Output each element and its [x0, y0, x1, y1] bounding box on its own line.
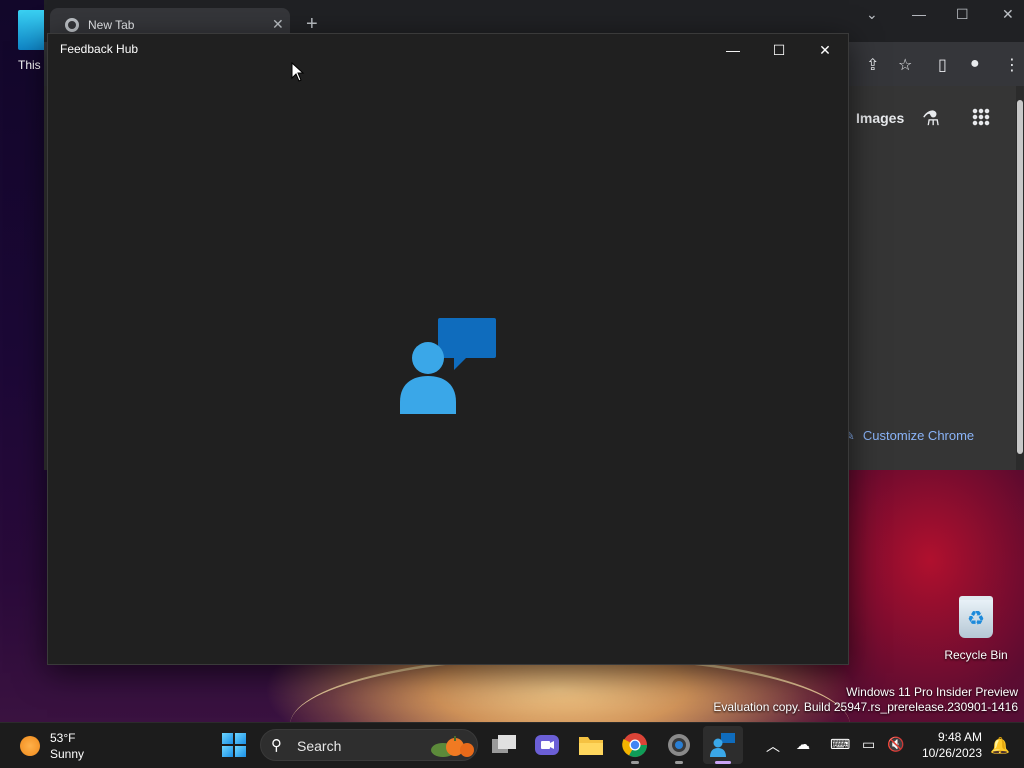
images-link[interactable]: Images [856, 110, 904, 126]
gear-icon [668, 734, 690, 756]
volume-muted-icon[interactable]: 🔇 [887, 736, 904, 753]
task-view-button[interactable] [490, 731, 518, 759]
running-indicator [631, 761, 639, 764]
windows-logo-tile [235, 733, 246, 744]
apps-grid-icon[interactable] [972, 108, 990, 126]
share-icon[interactable]: ⇪ [866, 55, 879, 75]
search-highlight-pumpkin-icon [431, 736, 474, 757]
desktop-icon-recycle-bin[interactable]: Recycle Bin [940, 596, 1012, 666]
feedback-hub-splash-icon [400, 318, 496, 414]
search-label: Search [297, 738, 342, 754]
chevron-down-icon[interactable]: ⌄ [866, 6, 878, 23]
weather-temp: 53°F [50, 731, 76, 745]
labs-flask-icon[interactable]: ⚗ [922, 106, 940, 131]
search-icon: ⚲ [271, 737, 282, 754]
keyboard-icon[interactable]: ⌨ [830, 736, 850, 753]
windows-logo-tile [235, 746, 246, 757]
taskbar: 53°F Sunny ⚲ Search ︿ ☁ ⌨ ▭ 🔇 9:48 AM 10… [0, 722, 1024, 768]
chrome-taskbar-button[interactable] [621, 731, 649, 764]
start-button[interactable] [222, 733, 246, 757]
show-hidden-icons-chevron-up-icon[interactable]: ︿ [766, 736, 780, 756]
os-watermark: Windows 11 Pro Insider Preview Evaluatio… [713, 685, 1018, 715]
chrome-scrollbar-thumb[interactable] [1017, 100, 1023, 454]
mouse-cursor-icon [291, 62, 305, 82]
side-panel-icon[interactable]: ▯ [938, 55, 947, 75]
feedback-hub-taskbar-button[interactable] [703, 726, 743, 764]
taskbar-search[interactable]: ⚲ Search [260, 729, 478, 761]
window-title: Feedback Hub [60, 42, 139, 56]
folder-icon [579, 737, 603, 755]
customize-chrome-button[interactable]: ✎ Customize Chrome [844, 428, 974, 444]
watermark-line-2: Evaluation copy. Build 25947.rs_prerelea… [713, 700, 1018, 714]
chrome-icon [622, 733, 647, 758]
chrome-favicon-icon [65, 18, 79, 32]
profile-icon[interactable]: ● [970, 55, 980, 73]
weather-condition: Sunny [50, 747, 85, 761]
recycle-bin-label: Recycle Bin [944, 648, 1008, 662]
chrome-scrollbar[interactable] [1016, 86, 1024, 470]
menu-kebab-icon[interactable]: ⋮ [1004, 55, 1020, 75]
feedback-hub-titlebar[interactable]: Feedback Hub — ☐ ✕ [48, 34, 848, 66]
chrome-minimize-icon[interactable]: — [912, 6, 926, 22]
sun-icon [20, 736, 40, 756]
feedback-hub-icon [710, 733, 735, 757]
network-icon[interactable]: ▭ [862, 736, 875, 753]
onedrive-cloud-icon[interactable]: ☁ [796, 736, 810, 753]
tab-close-icon[interactable]: ✕ [272, 16, 284, 33]
close-button[interactable]: ✕ [802, 34, 848, 66]
clock-date: 10/26/2023 [921, 746, 982, 760]
tab-title: New Tab [88, 18, 135, 32]
minimize-button[interactable]: — [710, 34, 756, 66]
task-view-icon [492, 735, 516, 753]
teams-chat-button[interactable] [533, 731, 561, 759]
notification-bell-icon[interactable]: 🔔 [990, 736, 1010, 756]
chrome-close-icon[interactable]: ✕ [1002, 6, 1014, 23]
windows-logo-tile [222, 746, 233, 757]
maximize-button[interactable]: ☐ [756, 34, 802, 66]
running-indicator [675, 761, 683, 764]
video-chat-icon [535, 735, 559, 755]
running-indicator [715, 761, 731, 764]
feedback-hub-window: Feedback Hub — ☐ ✕ [47, 33, 849, 665]
file-explorer-button[interactable] [577, 731, 605, 759]
customize-chrome-label: Customize Chrome [862, 428, 975, 443]
new-tab-button[interactable]: + [306, 14, 318, 34]
chrome-maximize-icon[interactable]: ☐ [956, 6, 969, 23]
clock-time: 9:48 AM [937, 730, 982, 744]
windows-logo-tile [222, 733, 233, 744]
desktop-icon-label: This [18, 58, 41, 72]
watermark-line-1: Windows 11 Pro Insider Preview [846, 685, 1018, 699]
bookmark-star-icon[interactable]: ☆ [898, 55, 912, 75]
recycle-bin-icon [959, 596, 993, 638]
system-clock[interactable]: 9:48 AM 10/26/2023 [912, 729, 982, 761]
settings-taskbar-button[interactable] [665, 731, 693, 764]
